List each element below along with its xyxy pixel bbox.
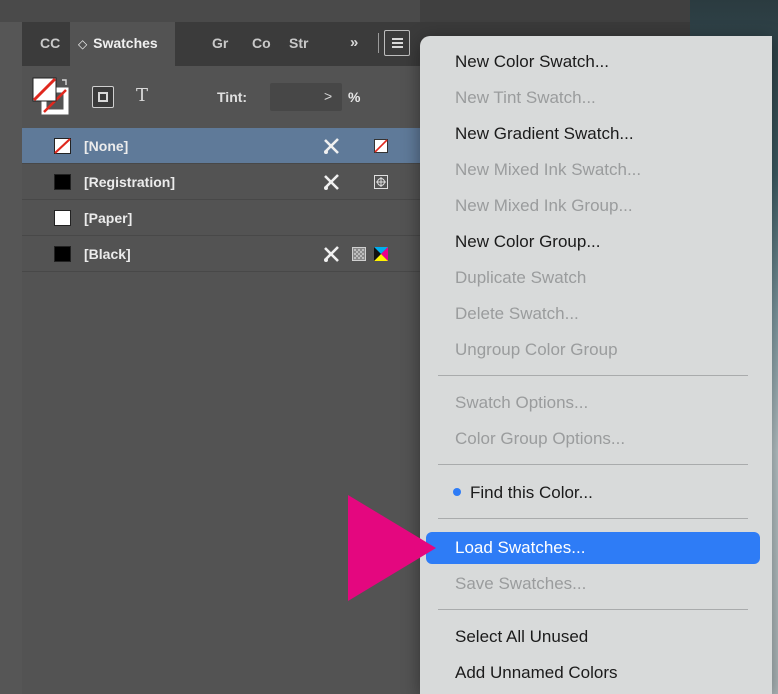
tab-color[interactable]: Co	[252, 35, 271, 51]
menu-item-delete-swatch[interactable]: Delete Swatch...	[426, 298, 760, 330]
swatch-row-black[interactable]: [Black]	[22, 236, 420, 272]
menu-item-new-tint-swatch[interactable]: New Tint Swatch...	[426, 82, 760, 114]
swatch-row-paper[interactable]: [Paper]	[22, 200, 420, 236]
tab-swatches-label: Swatches	[93, 35, 158, 51]
tint-label: Tint:	[217, 89, 248, 105]
tint-slider-arrow-icon[interactable]: >	[324, 88, 332, 104]
no-edit-icon	[324, 174, 339, 190]
swatch-name: [Registration]	[84, 174, 175, 190]
swatch-name: [Black]	[84, 246, 131, 262]
document-strip	[420, 0, 690, 22]
more-tabs-icon[interactable]: »	[350, 34, 358, 51]
menu-item-find-this-color[interactable]: Find this Color...	[426, 477, 760, 509]
menu-separator	[438, 464, 748, 465]
fill-stroke-icon[interactable]	[32, 76, 70, 116]
swatch-chip	[54, 174, 71, 190]
menu-item-new-color-group[interactable]: New Color Group...	[426, 226, 760, 258]
menu-item-new-mixed-ink-group[interactable]: New Mixed Ink Group...	[426, 190, 760, 222]
menu-separator	[438, 609, 748, 610]
process-cmyk-icon	[374, 247, 388, 261]
registration-icon	[374, 175, 388, 189]
no-edit-icon	[324, 138, 339, 154]
menu-item-select-all-unused[interactable]: Select All Unused	[426, 621, 760, 653]
tint-percent-label: %	[348, 89, 361, 105]
process-color-icon	[352, 247, 366, 261]
background-left	[0, 0, 22, 694]
formatting-text-icon[interactable]: T	[136, 85, 148, 106]
swatch-list: [None] [Registration] [Paper] [Black]	[22, 128, 420, 272]
swatch-chip	[54, 246, 71, 262]
menu-item-duplicate-swatch[interactable]: Duplicate Swatch	[426, 262, 760, 294]
menu-item-add-unnamed-colors[interactable]: Add Unnamed Colors	[426, 657, 760, 689]
tab-gradient[interactable]: Gr	[212, 35, 228, 51]
menu-item-swatch-options[interactable]: Swatch Options...	[426, 387, 760, 419]
tab-stroke[interactable]: Str	[289, 35, 308, 51]
menu-item-new-color-swatch[interactable]: New Color Swatch...	[426, 46, 760, 78]
menu-item-load-swatches[interactable]: Load Swatches...	[426, 532, 760, 564]
bullet-icon	[453, 487, 461, 496]
panel-menu-button[interactable]	[384, 30, 410, 56]
tab-divider	[378, 33, 379, 53]
menu-item-save-swatches[interactable]: Save Swatches...	[426, 568, 760, 600]
none-icon	[374, 139, 388, 153]
pointer-arrow-icon	[348, 495, 436, 601]
menu-item-new-mixed-ink-swatch[interactable]: New Mixed Ink Swatch...	[426, 154, 760, 186]
tab-cc[interactable]: CC	[40, 35, 60, 51]
swatch-toolbar: T Tint: > %	[22, 66, 420, 128]
menu-item-ungroup-color-group[interactable]: Ungroup Color Group	[426, 334, 760, 366]
menu-separator	[438, 375, 748, 376]
menu-item-new-gradient-swatch[interactable]: New Gradient Swatch...	[426, 118, 760, 150]
swatch-name: [Paper]	[84, 210, 133, 226]
swatch-row-registration[interactable]: [Registration]	[22, 164, 420, 200]
panel-context-menu: New Color Swatch... New Tint Swatch... N…	[420, 36, 772, 694]
menu-separator	[438, 518, 748, 519]
formatting-container-icon[interactable]	[92, 86, 114, 108]
no-edit-icon	[324, 246, 339, 262]
menu-item-label: Find this Color...	[470, 483, 593, 502]
swatch-chip	[54, 210, 71, 226]
tab-sort-icon: ◇	[78, 37, 88, 51]
none-swatch-chip	[54, 138, 71, 154]
tab-swatches[interactable]: ◇ Swatches	[70, 22, 175, 66]
menu-item-color-group-options[interactable]: Color Group Options...	[426, 423, 760, 455]
swatch-name: [None]	[84, 138, 129, 154]
swatch-row-none[interactable]: [None]	[22, 128, 420, 164]
panel-tab-bar: CC ◇ Swatches Gr Co Str »	[22, 22, 420, 66]
